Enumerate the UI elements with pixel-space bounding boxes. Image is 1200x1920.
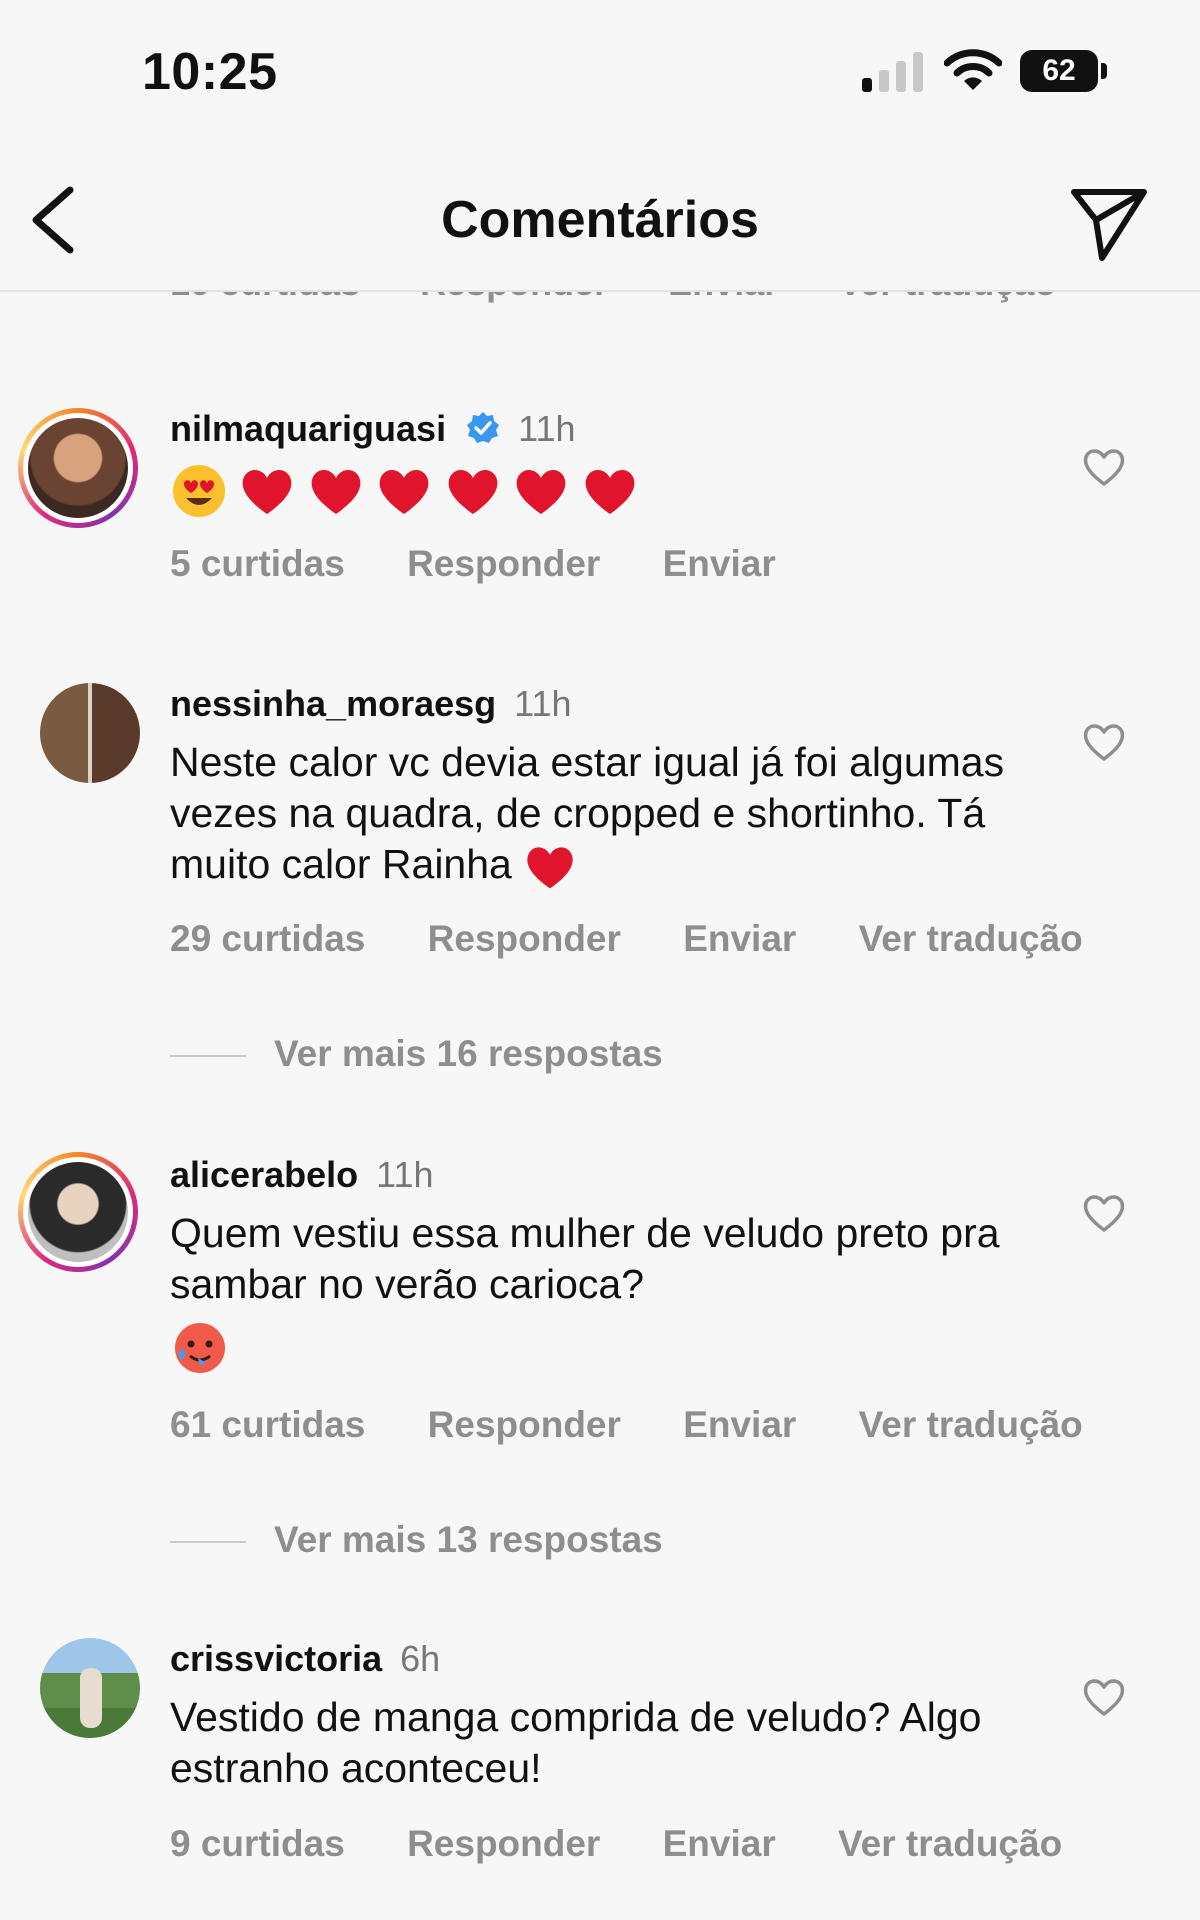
battery-tip [1101,63,1107,79]
comment-body: Neste calor vc devia estar igual já foi … [170,739,1005,887]
reply-button[interactable]: Responder [428,1404,621,1445]
likes-count[interactable]: 5 curtidas [170,543,345,584]
red-heart-emoji-icon [448,469,498,514]
username[interactable]: alicerabelo [170,1154,358,1195]
username[interactable]: crissvictoria [170,1638,382,1679]
comment-meta: crissvictoria 6h [170,1638,440,1680]
send-button[interactable]: Enviar [683,1404,796,1445]
cellular-signal-icon [862,52,923,92]
comment-actions: 9 curtidas Responder Enviar Ver tradução [170,1823,1114,1865]
heart-outline-icon[interactable] [1080,1188,1128,1236]
comment-text [170,462,645,520]
avatar[interactable] [40,1638,140,1738]
send-button[interactable]: Enviar [663,543,776,584]
red-heart-emoji-icon [516,469,566,514]
comment-text: Neste calor vc devia estar igual já foi … [170,737,1030,894]
heart-outline-icon[interactable] [1080,442,1128,490]
translate-button[interactable]: Ver tradução [859,918,1083,959]
comment-actions: 61 curtidas Responder Enviar Ver traduçã… [170,1404,1135,1446]
status-bar: 10:25 62 [0,0,1200,150]
translate-button[interactable]: Ver tradução [838,1823,1062,1864]
comment-meta: nilmaquariguasi 11h [170,408,576,450]
avatar[interactable] [18,408,138,528]
send-button[interactable]: Enviar [683,918,796,959]
red-heart-emoji-icon [527,847,573,889]
clock: 10:25 [142,43,278,101]
paper-plane-icon[interactable] [1068,182,1150,264]
timestamp: 11h [514,683,572,724]
wifi-icon [944,49,1002,90]
timestamp: 11h [518,408,576,449]
red-heart-emoji-icon [379,469,429,514]
avatar[interactable] [18,1152,138,1272]
battery-level: 62 [1020,50,1098,92]
username[interactable]: nessinha_moraesg [170,683,496,724]
send-button[interactable]: Enviar [663,1823,776,1864]
heart-eyes-emoji-icon [173,465,225,517]
view-more-replies-label: Ver mais 16 respostas [274,1033,663,1074]
comment-body: Vestido de manga comprida de veludo? Alg… [170,1694,982,1791]
verified-badge-icon [467,412,500,443]
view-more-replies-label: Ver mais 13 respostas [274,1519,663,1560]
timestamp: 6h [400,1638,441,1679]
comment-actions: 29 curtidas Responder Enviar Ver traduçã… [170,918,1135,960]
comment-meta: alicerabelo 11h [170,1154,434,1196]
translate-button[interactable]: Ver tradução [859,1404,1083,1445]
red-heart-emoji-icon [585,469,635,514]
likes-count[interactable]: 9 curtidas [170,1823,345,1864]
username[interactable]: nilmaquariguasi [170,408,446,449]
divider [170,1541,246,1544]
battery-indicator: 62 [1020,50,1110,92]
comment-actions: 5 curtidas Responder Enviar [170,543,828,585]
red-heart-emoji-icon [243,469,292,514]
reply-button[interactable]: Responder [428,918,621,959]
likes-count[interactable]: 29 curtidas [170,918,365,959]
view-more-replies-button[interactable]: Ver mais 13 respostas [170,1519,663,1561]
comment-meta: nessinha_moraesg 11h [170,683,572,725]
reply-button[interactable]: Responder [407,543,600,584]
page-title: Comentários [441,191,759,249]
divider [170,1055,246,1058]
comment-text: Quem vestiu essa mulher de veludo preto … [170,1208,1030,1310]
comment-text: Vestido de manga comprida de veludo? Alg… [170,1692,1030,1794]
timestamp: 11h [376,1154,434,1195]
comment-body: Quem vestiu essa mulher de veludo preto … [170,1210,1000,1307]
likes-count[interactable]: 61 curtidas [170,1404,365,1445]
heart-outline-icon[interactable] [1080,1672,1128,1720]
red-heart-emoji-icon [311,469,361,514]
reply-button[interactable]: Responder [407,1823,600,1864]
header: Comentários [0,150,1200,292]
heart-outline-icon[interactable] [1080,717,1128,765]
view-more-replies-button[interactable]: Ver mais 16 respostas [170,1033,663,1075]
avatar[interactable] [40,683,140,783]
hot-face-emoji-icon [175,1323,225,1373]
